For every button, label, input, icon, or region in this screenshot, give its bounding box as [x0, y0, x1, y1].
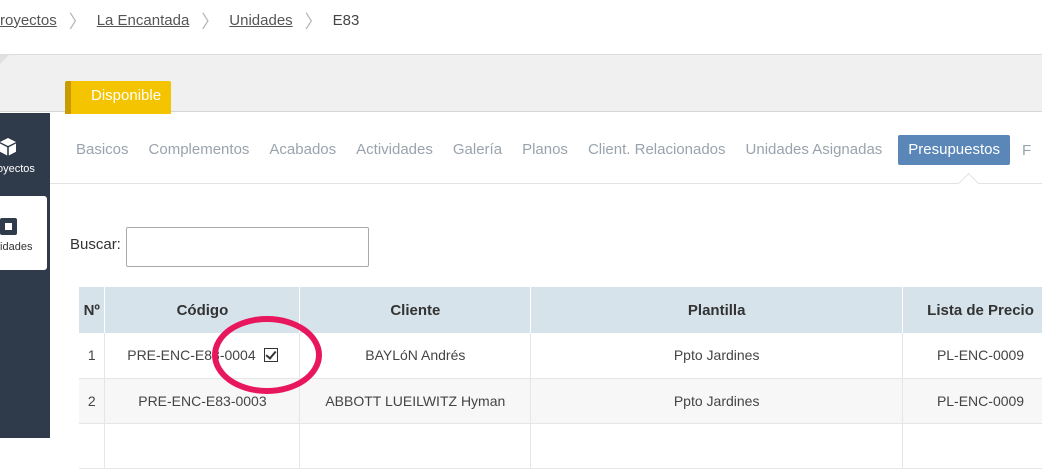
- tab-divider: [50, 183, 1042, 184]
- active-tab-caret-icon: [957, 172, 981, 184]
- table-header-row: Nº Código Cliente Plantilla Lista de Pre…: [79, 287, 1042, 333]
- cell-empty: [299, 423, 532, 469]
- sidebar-item-unidades[interactable]: Unidades: [0, 196, 47, 270]
- tab-presupuestos[interactable]: Presupuestos: [898, 135, 1011, 165]
- breadcrumb-current: E83: [332, 11, 360, 29]
- chevron-right-icon: 〉: [68, 12, 87, 32]
- cell-empty: [902, 423, 1042, 469]
- breadcrumb-link-unidades[interactable]: Unidades: [229, 12, 292, 29]
- checkbox-checked-icon[interactable]: [263, 348, 278, 363]
- cell-template: Ppto Jardines: [530, 333, 904, 379]
- cell-number: 1: [79, 333, 106, 379]
- budget-table: Nº Código Cliente Plantilla Lista de Pre…: [79, 287, 1042, 469]
- column-header-code[interactable]: Código: [104, 287, 301, 333]
- tab-basicos[interactable]: Basicos: [66, 135, 139, 165]
- cell-client: BAYLóN Andrés: [299, 333, 532, 379]
- tab-overflow[interactable]: F: [1010, 142, 1031, 159]
- status-badge: Disponible: [65, 81, 171, 114]
- breadcrumb: Proyectos 〉 La Encantada 〉 Unidades 〉 E8…: [0, 0, 1042, 40]
- tab-unidades-asignadas[interactable]: Unidades Asignadas: [736, 135, 893, 165]
- tab-acabados[interactable]: Acabados: [259, 135, 346, 165]
- table-row[interactable]: 1 PRE-ENC-E83-0004 BAYLóN Andrés Ppto Ja…: [79, 333, 1042, 379]
- tab-client-relacionados[interactable]: Client. Relacionados: [578, 135, 736, 165]
- cell-client: ABBOTT LUEILWITZ Hyman: [299, 378, 532, 424]
- column-header-price-list[interactable]: Lista de Precio: [902, 287, 1042, 333]
- search-label: Buscar:: [70, 236, 121, 253]
- cell-price-list: PL-ENC-0009: [902, 333, 1042, 379]
- breadcrumb-link-proyectos[interactable]: Proyectos: [0, 12, 57, 29]
- unit-square-icon: [0, 218, 17, 235]
- header-notch: [0, 54, 10, 64]
- sidebar-item-label: Proyectos: [0, 163, 35, 175]
- cell-price-list: PL-ENC-0009: [902, 378, 1042, 424]
- tab-complementos[interactable]: Complementos: [139, 135, 260, 165]
- tab-bar: Basicos Complementos Acabados Actividade…: [66, 134, 1031, 166]
- breadcrumb-link-la-encantada[interactable]: La Encantada: [97, 12, 190, 29]
- table-row[interactable]: 2 PRE-ENC-E83-0003 ABBOTT LUEILWITZ Hyma…: [79, 378, 1042, 424]
- column-header-client[interactable]: Cliente: [299, 287, 532, 333]
- cell-number: 2: [79, 378, 106, 424]
- cell-code: PRE-ENC-E83-0003: [104, 378, 301, 424]
- tab-planos[interactable]: Planos: [512, 135, 578, 165]
- table-row[interactable]: [79, 423, 1042, 469]
- tab-galeria[interactable]: Galería: [443, 135, 512, 165]
- cell-code-text: PRE-ENC-E83-0004: [127, 347, 256, 364]
- search-input[interactable]: [126, 227, 369, 267]
- sidebar-item-label: Unidades: [0, 241, 33, 253]
- cube-icon: [0, 138, 16, 156]
- column-header-template[interactable]: Plantilla: [530, 287, 904, 333]
- chevron-right-icon: 〉: [304, 12, 323, 32]
- cell-empty: [104, 423, 301, 469]
- column-header-number[interactable]: Nº: [79, 287, 106, 333]
- cell-empty: [530, 423, 904, 469]
- tab-actividades[interactable]: Actividades: [346, 135, 443, 165]
- cell-code: PRE-ENC-E83-0004: [104, 333, 301, 379]
- sidebar-item-proyectos[interactable]: Proyectos: [0, 130, 47, 204]
- chevron-right-icon: 〉: [201, 12, 220, 32]
- cell-empty: [79, 423, 106, 469]
- cell-template: Ppto Jardines: [530, 378, 904, 424]
